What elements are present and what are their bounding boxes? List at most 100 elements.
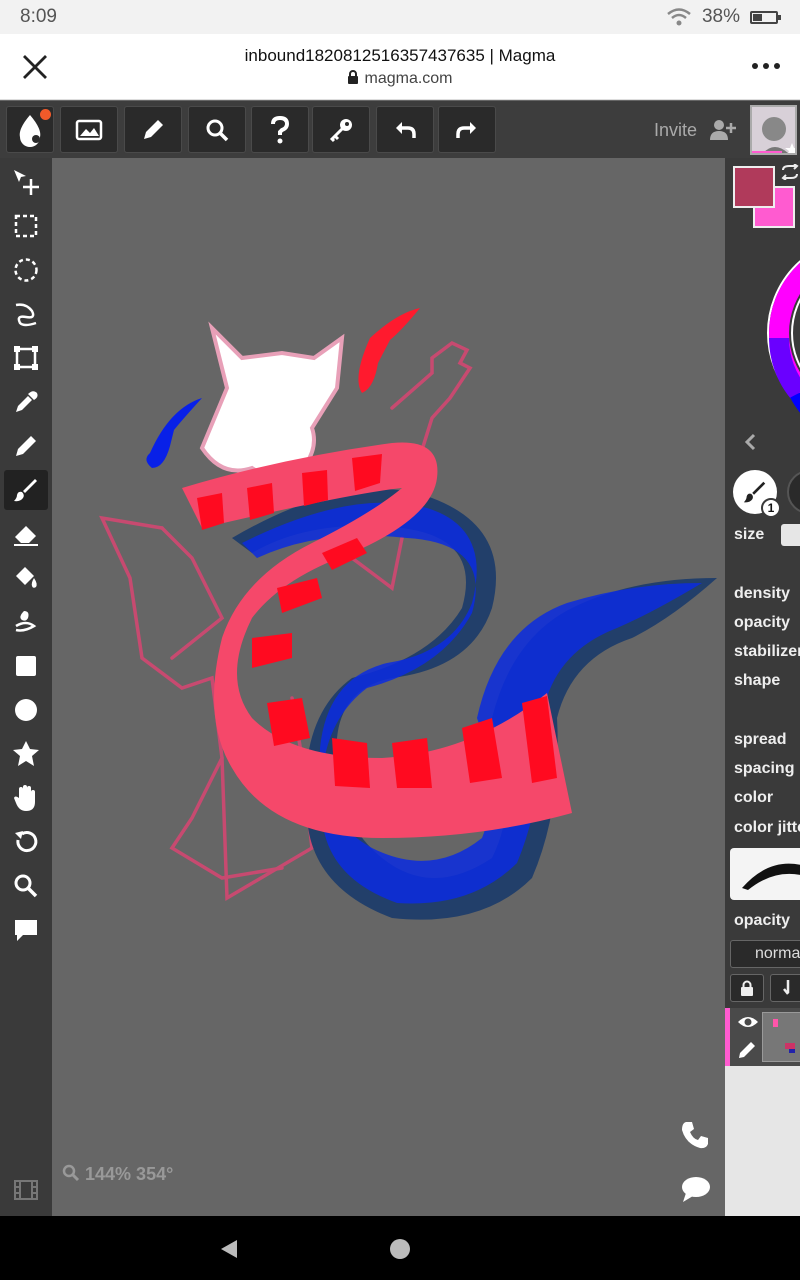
layer-opacity-label: opacity	[734, 912, 791, 929]
eyedropper-tool[interactable]	[4, 382, 48, 422]
comment-icon	[15, 920, 37, 941]
zoom-tool[interactable]	[4, 866, 48, 906]
fill-icon	[16, 567, 37, 588]
hand-tool[interactable]	[4, 778, 48, 818]
phone-icon[interactable]	[680, 1120, 710, 1150]
tool-sidebar	[0, 158, 52, 1216]
browser-bar: inbound1820812516357437635 | Magma magma…	[0, 34, 800, 100]
status-time: 8:09	[20, 6, 57, 27]
image-button[interactable]	[60, 106, 118, 153]
layers-empty-area	[725, 1066, 800, 1216]
redo-icon	[456, 121, 476, 138]
url-display[interactable]: magma.com	[0, 70, 800, 88]
setting-stabilizer[interactable]: stabilizer	[734, 643, 800, 661]
circle-tool[interactable]	[4, 690, 48, 730]
timelapse-button[interactable]	[4, 1170, 48, 1210]
rectangle-icon	[16, 656, 36, 676]
collapse-panel-icon[interactable]	[743, 432, 757, 452]
magma-menu-button[interactable]	[6, 106, 54, 153]
user-avatar[interactable]	[750, 105, 797, 155]
lock-layer-button[interactable]	[730, 974, 764, 1002]
chat-icon[interactable]	[681, 1175, 711, 1203]
size-label: size	[734, 526, 765, 543]
redo-button[interactable]	[438, 106, 496, 153]
add-person-icon[interactable]	[710, 119, 736, 141]
page-title: inbound1820812516357437635 | Magma	[244, 46, 556, 65]
eraser-icon	[14, 526, 38, 546]
pencil-icon	[16, 436, 36, 456]
brush-preset-button[interactable]: 1	[733, 470, 781, 518]
zoom-icon	[62, 1164, 80, 1182]
transform-tool[interactable]	[4, 338, 48, 378]
invite-button[interactable]: Invite	[654, 120, 697, 141]
status-right: 38%	[666, 6, 781, 28]
more-menu-icon[interactable]	[750, 54, 782, 78]
size-lock-button[interactable]	[781, 524, 800, 546]
brush-size-badge-text: 1	[767, 501, 775, 515]
circle-icon	[15, 699, 37, 721]
search-button[interactable]	[188, 106, 246, 153]
lock-icon	[348, 70, 359, 84]
undo-button[interactable]	[376, 106, 434, 153]
color-wheel[interactable]	[759, 228, 800, 438]
top-toolbar: Invite	[0, 101, 800, 158]
brush-stroke-preview[interactable]	[730, 848, 800, 900]
avatar-image	[752, 107, 795, 153]
merge-down-button[interactable]	[770, 974, 800, 1002]
merge-down-icon	[783, 980, 790, 995]
eraser-tool[interactable]	[4, 514, 48, 554]
right-panel: 1 size density opacity stabilizer shape …	[725, 158, 800, 1216]
setting-shape[interactable]: shape	[734, 672, 780, 690]
key-icon	[329, 118, 352, 142]
setting-opacity[interactable]: opacity	[734, 614, 790, 632]
back-nav-icon[interactable]	[218, 1238, 240, 1260]
battery-icon	[750, 10, 781, 24]
blend-mode-select[interactable]: normal	[730, 940, 800, 968]
ellipse-select-tool[interactable]	[4, 250, 48, 290]
pencil-tool[interactable]	[4, 426, 48, 466]
home-nav-icon[interactable]	[389, 1238, 411, 1260]
help-icon	[271, 115, 290, 143]
setting-spread[interactable]: spread	[734, 731, 786, 749]
setting-color[interactable]: color	[734, 789, 773, 807]
lasso-tool[interactable]	[4, 294, 48, 334]
fill-tool[interactable]	[4, 558, 48, 598]
setting-spacing[interactable]: spacing	[734, 760, 794, 778]
url-text: magma.com	[364, 70, 453, 87]
android-nav-bar	[0, 1216, 800, 1280]
edit-button[interactable]	[124, 106, 182, 153]
undo-icon	[396, 121, 416, 138]
edit-layer-pencil-icon[interactable]	[737, 1040, 757, 1060]
layer-thumbnail	[762, 1012, 800, 1062]
rectangle-tool[interactable]	[4, 646, 48, 686]
shape-tool[interactable]	[4, 734, 48, 774]
comment-tool[interactable]	[4, 910, 48, 950]
rotate-icon	[15, 831, 38, 853]
setting-density[interactable]: density	[734, 585, 790, 603]
visibility-eye-icon[interactable]	[737, 1014, 759, 1030]
help-button[interactable]	[251, 106, 309, 153]
pencil-icon	[144, 119, 163, 139]
rect-select-tool[interactable]	[4, 206, 48, 246]
battery-fill	[753, 13, 763, 21]
setting-color-jitter[interactable]: color jitter	[734, 819, 800, 837]
layer-row[interactable]	[725, 1008, 800, 1066]
swap-colors-icon[interactable]	[781, 164, 799, 180]
keys-button[interactable]	[312, 106, 370, 153]
brush-tool[interactable]	[4, 470, 48, 510]
notification-dot	[40, 109, 51, 120]
blend-mode-value: normal	[755, 945, 800, 962]
drawing-canvas[interactable]	[52, 158, 725, 1216]
artwork	[99, 308, 717, 920]
lock-icon	[741, 980, 753, 996]
layer-thumbnail-image	[773, 1019, 795, 1053]
smudge-tool[interactable]	[4, 602, 48, 642]
hand-icon	[14, 785, 35, 811]
move-tool[interactable]	[4, 162, 48, 202]
brush-preset-2[interactable]	[787, 470, 800, 514]
move-icon	[14, 170, 39, 195]
rotate-tool[interactable]	[4, 822, 48, 862]
image-icon	[75, 119, 103, 140]
primary-color-swatch[interactable]	[733, 166, 775, 208]
stroke-preview-image	[742, 863, 800, 890]
